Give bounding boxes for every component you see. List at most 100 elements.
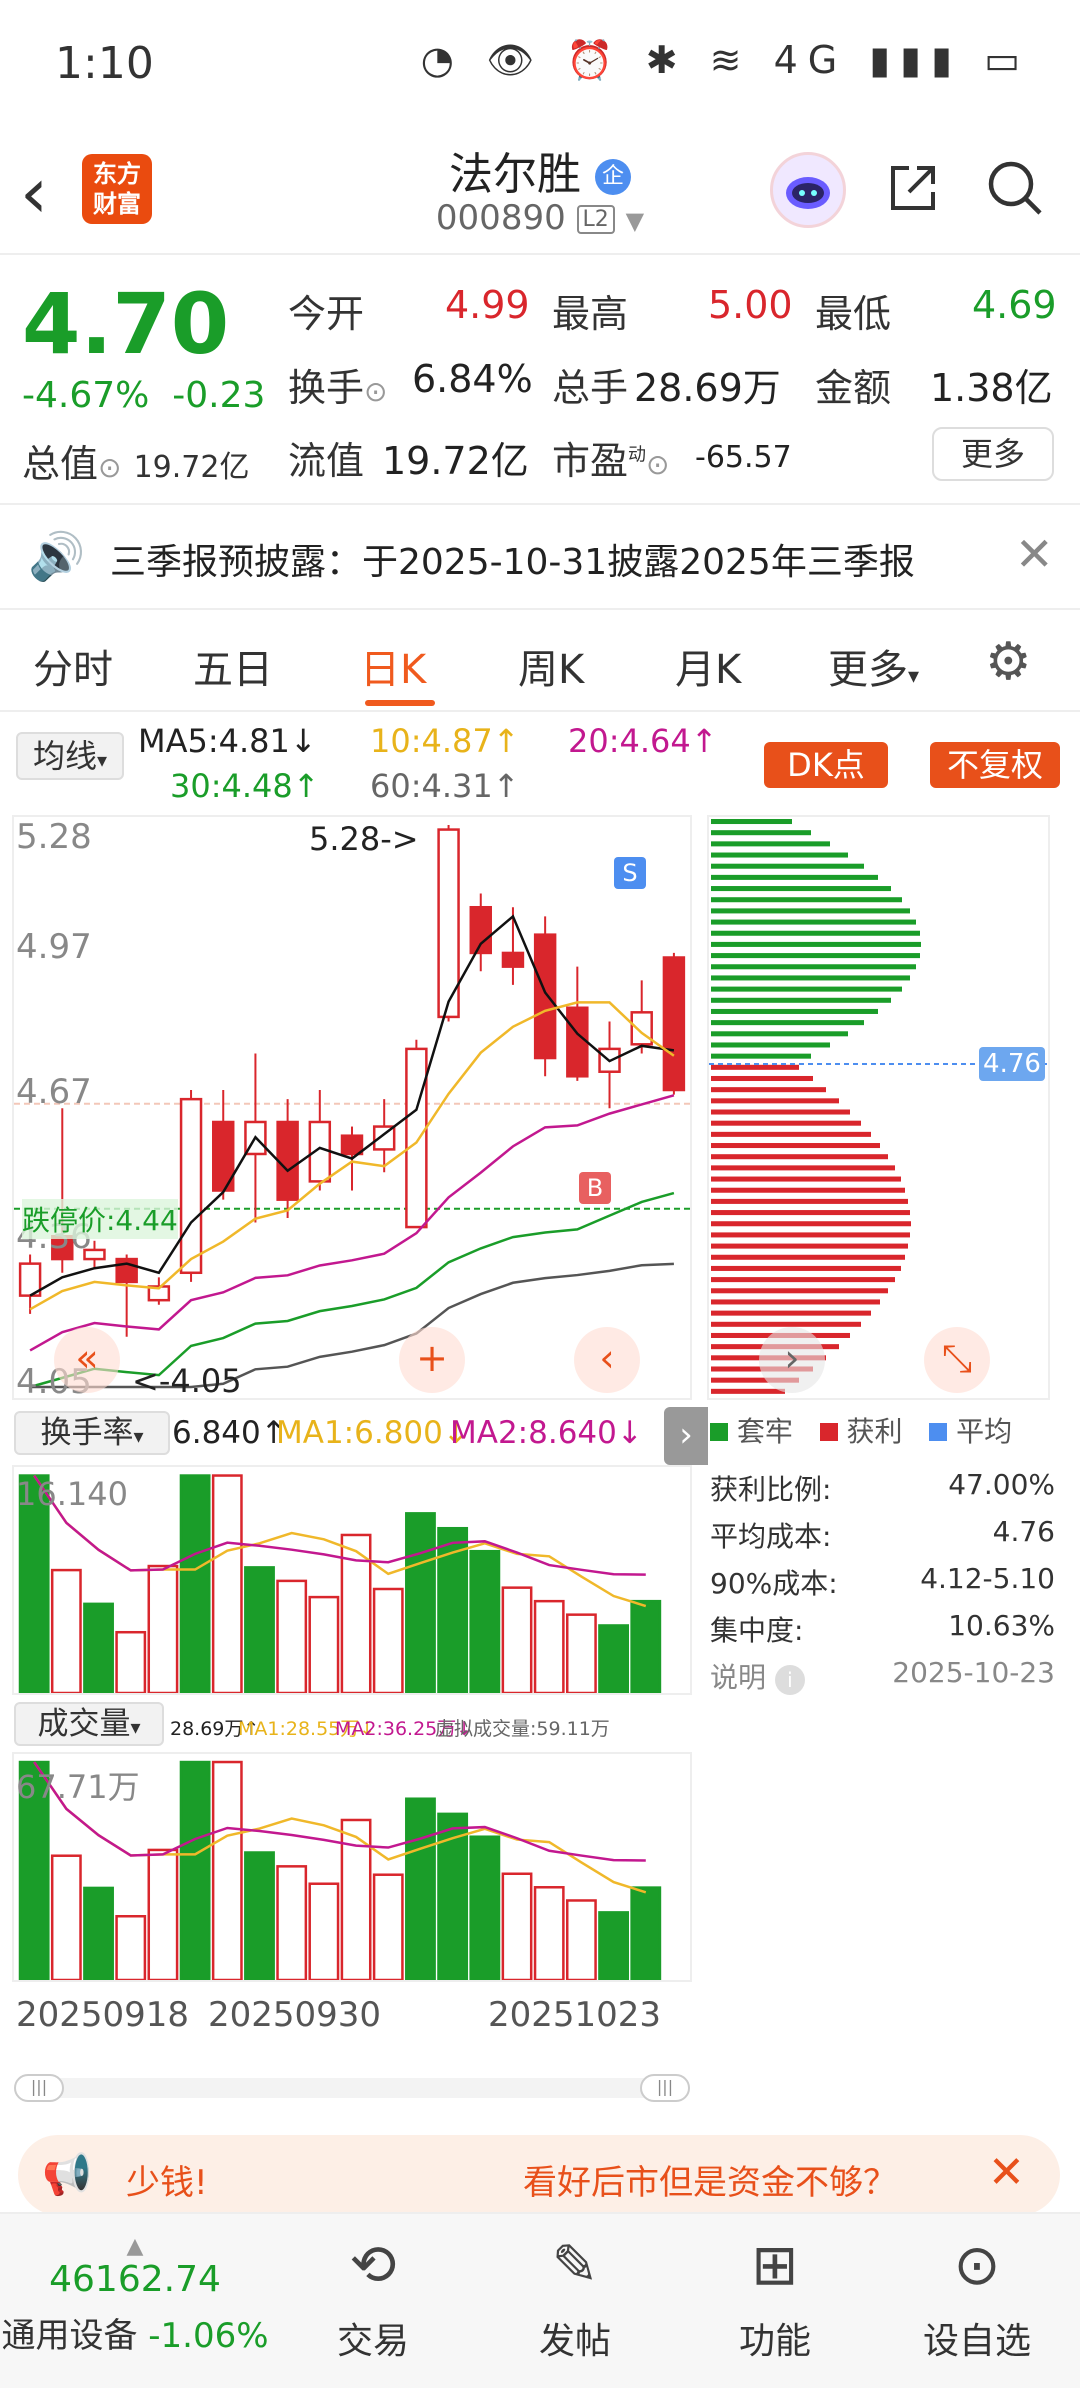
dk-point-button[interactable]: DK点: [764, 742, 888, 788]
sell-marker[interactable]: S: [614, 857, 646, 889]
turnover-indicator-bar: 换手率▾ 6.840↑ MA1:6.800↓ MA2:8.640↓: [0, 1405, 700, 1465]
chip-bar: [711, 1265, 901, 1271]
kline-chart[interactable]: 5.28 4.97 4.67 4.36 4.05 5.28-> <-4.05 跌…: [12, 815, 708, 1465]
search-icon[interactable]: [985, 158, 1045, 228]
ma-legend: 均线▾ MA5:4.81↓ 10:4.87↑ 20:4.64↑ 30:4.48↑…: [0, 712, 1080, 812]
chip-bar: [711, 1321, 861, 1327]
nav-functions[interactable]: ⊞ 功能: [710, 2234, 840, 2364]
prev-icon[interactable]: ‹: [574, 1327, 640, 1393]
notice-text[interactable]: 三季报预披露：于2025-10-31披露2025年三季报: [110, 533, 915, 585]
banner-close-icon[interactable]: ✕: [988, 2147, 1025, 2198]
nav-trade[interactable]: ⟲ 交易: [308, 2234, 438, 2364]
chip-bar: [711, 819, 792, 825]
chip-bar: [711, 908, 910, 914]
float-cap-value: 19.72亿: [382, 439, 529, 483]
concentration-row: 集中度: 10.63%: [710, 1609, 1055, 1647]
chip-distribution[interactable]: 4.76 › ⤡: [707, 815, 1050, 1400]
profit-swatch: [819, 1423, 838, 1441]
chip-bar: [711, 852, 848, 858]
chip-bar: [711, 841, 830, 847]
promo-banner[interactable]: 📢 少钱! 看好后市但是资金不够？ ✕: [18, 2135, 1060, 2215]
volume-label: 总手: [552, 366, 629, 410]
low-value: 4.69: [972, 283, 1057, 327]
scroll-left-icon[interactable]: «: [54, 1327, 120, 1393]
chip-info: 获利比例: 47.00% 平均成本: 4.76 90%成本: 4.12-5.10 集中…: [710, 1468, 1055, 1703]
chip-bar: [711, 1299, 880, 1305]
turnover-selector[interactable]: 换手率▾: [14, 1411, 170, 1455]
volume-bar: [405, 1797, 436, 1980]
no-adjust-button[interactable]: 不复权: [930, 742, 1060, 788]
chip-bar: [711, 1254, 905, 1260]
assistant-robot-icon[interactable]: [770, 152, 846, 228]
chip-bar: [711, 874, 878, 880]
notice-bar[interactable]: 🔊 三季报预披露：于2025-10-31披露2025年三季报 ✕: [0, 505, 1080, 610]
volume-bar: [372, 1873, 404, 1980]
high-value: 5.00: [708, 283, 793, 327]
chip-bar: [711, 1042, 830, 1048]
tab-monthly-k[interactable]: 月K: [675, 637, 741, 695]
chip-bar: [711, 1053, 811, 1059]
share-icon[interactable]: [885, 160, 941, 226]
volume-bar: [211, 1474, 243, 1693]
volume-bar: [308, 1595, 340, 1693]
volume-value: 28.69万: [634, 366, 781, 410]
open-value: 4.99: [445, 283, 530, 327]
scroll-handle-right[interactable]: |||: [640, 2074, 690, 2102]
chip-svg: [709, 819, 1048, 1394]
chart-scrollbar[interactable]: ||| |||: [14, 2074, 690, 2102]
kline-candle: [405, 1047, 428, 1229]
turnover-chart[interactable]: 16.140: [12, 1465, 692, 1695]
tab-daily-k[interactable]: 日K: [360, 637, 426, 695]
volume-bar: [533, 1599, 565, 1693]
ma-selector[interactable]: 均线▾: [16, 732, 124, 780]
kline-candle: [662, 956, 686, 1092]
chip-bar: [711, 919, 916, 925]
tab-five-day[interactable]: 五日: [193, 637, 273, 695]
volume-bar: [469, 1835, 501, 1980]
chip-next-icon[interactable]: ›: [759, 1327, 825, 1393]
tab-more[interactable]: 更多▾: [828, 637, 919, 695]
close-icon[interactable]: ✕: [1015, 527, 1054, 581]
scroll-handle-left[interactable]: |||: [14, 2074, 64, 2102]
volume-selector[interactable]: 成交量▾: [14, 1702, 164, 1746]
tab-intraday[interactable]: 分时: [33, 637, 113, 695]
chip-bar: [711, 1310, 871, 1316]
volume-bar: [147, 1564, 179, 1693]
index-ticker[interactable]: ▲ 46162.74 通用设备 -1.06%: [0, 2234, 270, 2357]
chip-legend: 套牢 获利 平均: [710, 1410, 1080, 1460]
fullscreen-icon[interactable]: ⤡: [924, 1327, 990, 1393]
volume-bar: [533, 1886, 565, 1980]
pe-value: -65.57: [695, 440, 792, 475]
volume-indicator-bar: 成交量▾ 28.69万↑ MA1:28.55万↓ MA2:36.25万↓ 虚拟成…: [0, 1700, 700, 1750]
nav-watchlist[interactable]: ⊙ 设自选: [912, 2234, 1042, 2364]
volume-bar: [630, 1599, 662, 1693]
chip-bar: [711, 964, 916, 970]
volume-bar: [50, 1854, 82, 1980]
chip-bar: [711, 953, 920, 959]
chip-bar: [711, 1277, 895, 1283]
chip-bar: [711, 1120, 861, 1126]
gear-icon[interactable]: ⚙: [985, 632, 1032, 692]
market-cap-label: 总值⊙ 19.72亿: [22, 442, 250, 486]
tab-weekly-k[interactable]: 周K: [518, 637, 584, 695]
nav-post[interactable]: ✎ 发帖: [510, 2234, 640, 2364]
chip-bar: [711, 1388, 785, 1394]
zoom-in-icon[interactable]: +: [399, 1327, 465, 1393]
chip-bar: [711, 1020, 864, 1026]
ma20-value: 20:4.64↑: [568, 722, 718, 760]
grid-icon: ⊞: [751, 2233, 799, 2298]
buy-marker[interactable]: B: [579, 1172, 611, 1204]
volume-bar: [405, 1512, 436, 1693]
volume-bar: [115, 1630, 147, 1693]
enterprise-badge: 企: [595, 159, 631, 195]
chip-bar: [711, 941, 921, 947]
chip-bar: [711, 1031, 848, 1037]
turnover-current: 6.840↑: [172, 1415, 287, 1451]
status-icons: ◔ 👁 ⏰ ✱ ≋ 4G ▮▮▮ ▭: [420, 38, 1030, 82]
more-button[interactable]: 更多: [932, 427, 1054, 481]
volume-chart[interactable]: 67.71万: [12, 1752, 692, 1982]
chip-bar: [711, 1109, 850, 1115]
date-label-2: 20250930: [208, 1995, 382, 2035]
speaker-icon: 🔊: [28, 529, 86, 583]
volume-bar: [469, 1549, 501, 1693]
